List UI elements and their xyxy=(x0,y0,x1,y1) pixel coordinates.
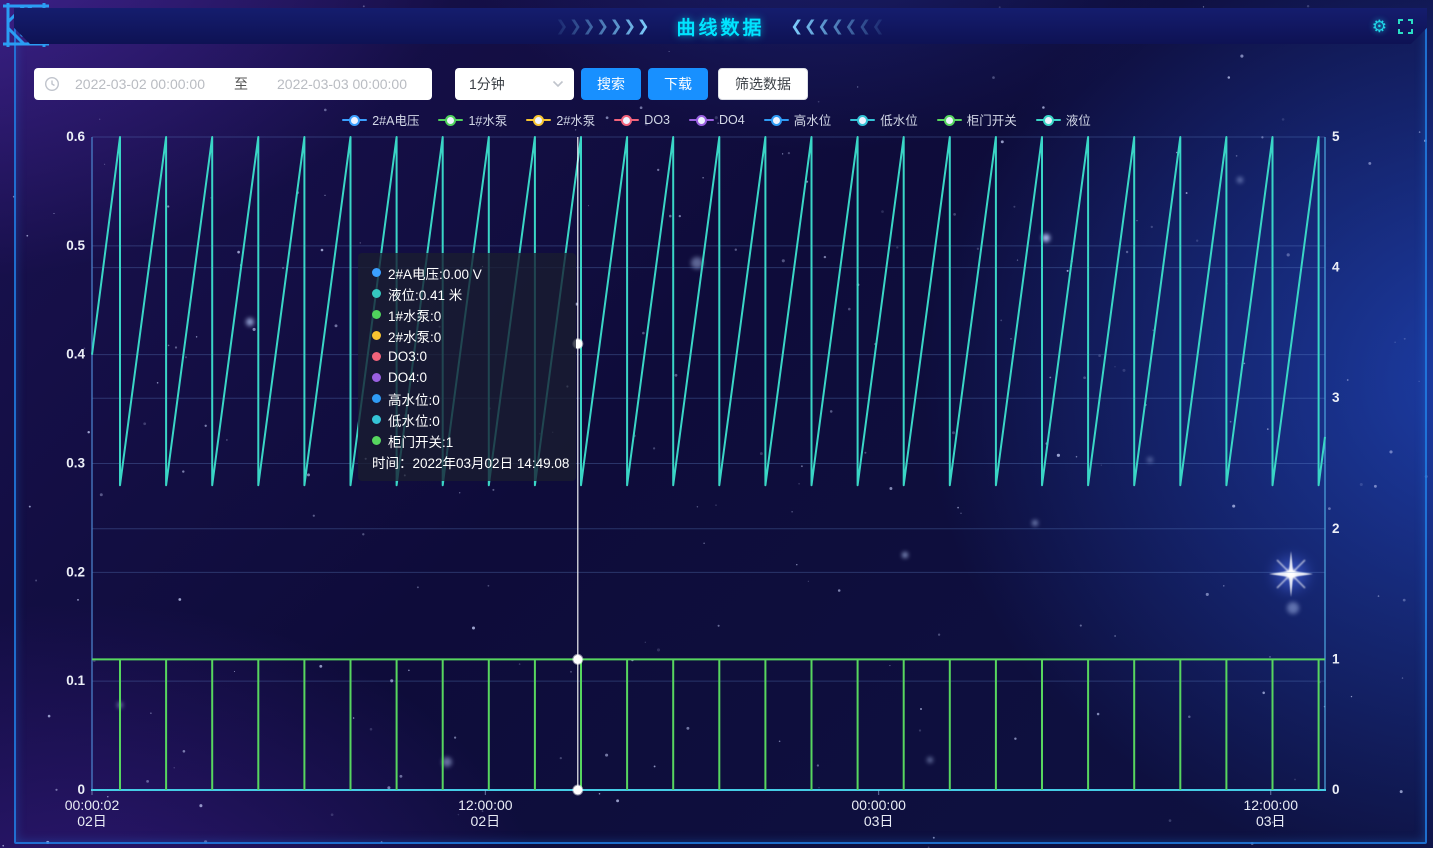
chart-axes xyxy=(91,137,1326,795)
x-axis-time-label: 12:00:00 xyxy=(1243,797,1298,813)
x-axis-day-label: 02日 xyxy=(471,813,501,829)
crosshair-point-marker xyxy=(573,786,582,795)
x-axis-day-label: 03日 xyxy=(1256,813,1286,829)
crosshair-point-marker xyxy=(573,655,582,664)
dashboard-page: ❯❯❯❯❯❯❯ 曲线数据 ❮❮❮❮❮❮❮ ⚙ 2022-03-02 00:00:… xyxy=(0,0,1433,848)
x-axis-time-label: 12:00:00 xyxy=(458,797,513,813)
y-axis-left-tick-label: 0.2 xyxy=(66,564,85,579)
curve-chart[interactable]: 00.10.20.30.40.50.601234500:00:0202日12:0… xyxy=(0,0,1433,848)
y-axis-right-tick-label: 1 xyxy=(1332,651,1340,666)
y-axis-right-tick-label: 0 xyxy=(1332,782,1340,797)
x-axis-time-label: 00:00:02 xyxy=(65,797,120,813)
y-axis-right-tick-label: 5 xyxy=(1332,129,1340,144)
y-axis-right-tick-label: 3 xyxy=(1332,390,1340,405)
y-axis-left-tick-label: 0.4 xyxy=(66,347,85,362)
x-axis-day-label: 03日 xyxy=(864,813,894,829)
y-axis-left-tick-label: 0.5 xyxy=(66,238,85,253)
y-axis-left-tick-label: 0.6 xyxy=(66,129,85,144)
series-line-liquid-level xyxy=(92,137,1325,485)
y-axis-left-tick-label: 0 xyxy=(77,782,85,797)
y-axis-left-tick-label: 0.1 xyxy=(66,673,85,688)
x-axis-time-label: 00:00:00 xyxy=(851,797,906,813)
crosshair-point-marker xyxy=(573,339,582,348)
series-line-door-switch xyxy=(92,659,1325,790)
y-axis-right-tick-label: 2 xyxy=(1332,521,1340,536)
x-axis-day-label: 02日 xyxy=(77,813,107,829)
y-axis-left-tick-label: 0.3 xyxy=(66,456,85,471)
y-axis-right-tick-label: 4 xyxy=(1332,260,1340,275)
